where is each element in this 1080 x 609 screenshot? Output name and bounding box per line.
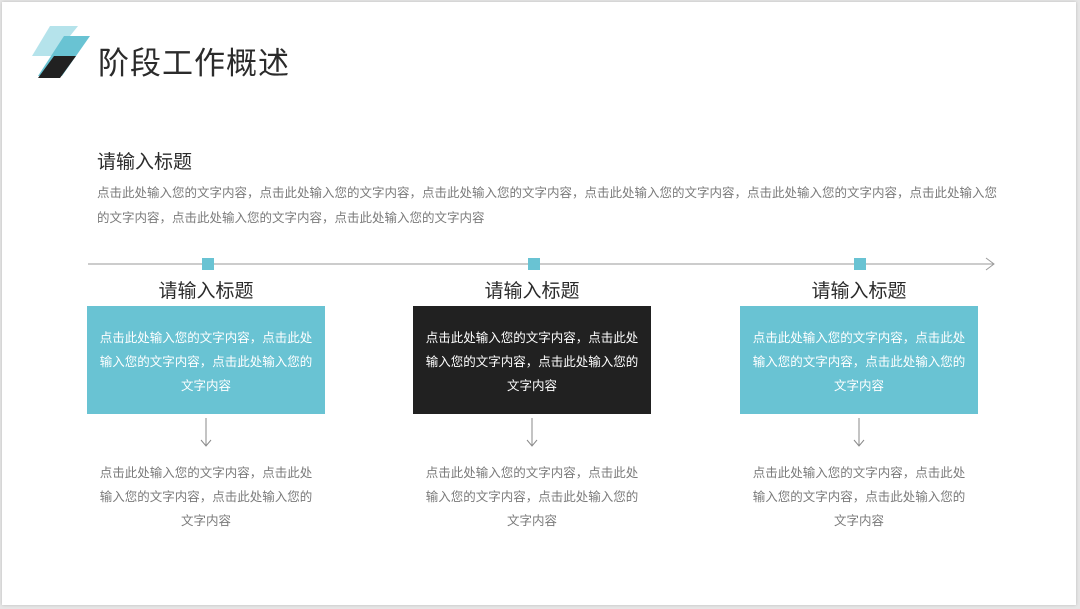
stage-body: 点击此处输入您的文字内容，点击此处输入您的文字内容，点击此处输入您的文字内容 — [425, 465, 639, 528]
stage-box: 点击此处输入您的文字内容，点击此处输入您的文字内容，点击此处输入您的文字内容 — [740, 306, 978, 414]
stage-column-1: 请输入标题 点击此处输入您的文字内容，点击此处输入您的文字内容，点击此处输入您的… — [87, 276, 325, 533]
stage-body: 点击此处输入您的文字内容，点击此处输入您的文字内容，点击此处输入您的文字内容 — [752, 465, 966, 528]
arrow-down-icon — [853, 418, 865, 447]
stage-title: 请输入标题 — [811, 280, 907, 302]
slanted-stripes-logo-icon — [32, 26, 90, 78]
intro-body: 点击此处输入您的文字内容，点击此处输入您的文字内容，点击此处输入您的文字内容，点… — [97, 185, 998, 225]
stage-column-2: 请输入标题 点击此处输入您的文字内容，点击此处输入您的文字内容，点击此处输入您的… — [413, 276, 651, 533]
timeline-marker-2 — [528, 258, 540, 270]
arrow-down-icon — [200, 418, 212, 447]
stage-box: 点击此处输入您的文字内容，点击此处输入您的文字内容，点击此处输入您的文字内容 — [413, 306, 651, 414]
stage-column-3: 请输入标题 点击此处输入您的文字内容，点击此处输入您的文字内容，点击此处输入您的… — [740, 276, 978, 533]
stage-box: 点击此处输入您的文字内容，点击此处输入您的文字内容，点击此处输入您的文字内容 — [87, 306, 325, 414]
slide: 阶段工作概述 请输入标题 点击此处输入您的文字内容，点击此处输入您的文字内容，点… — [2, 2, 1076, 605]
stage-body: 点击此处输入您的文字内容，点击此处输入您的文字内容，点击此处输入您的文字内容 — [99, 465, 313, 528]
timeline — [88, 257, 995, 271]
stage-title: 请输入标题 — [484, 280, 580, 302]
intro-title: 请输入标题 — [97, 151, 193, 173]
timeline-marker-3 — [854, 258, 866, 270]
timeline-marker-1 — [202, 258, 214, 270]
page-title: 阶段工作概述 — [98, 46, 290, 82]
stage-title: 请输入标题 — [158, 280, 254, 302]
arrow-down-icon — [526, 418, 538, 447]
